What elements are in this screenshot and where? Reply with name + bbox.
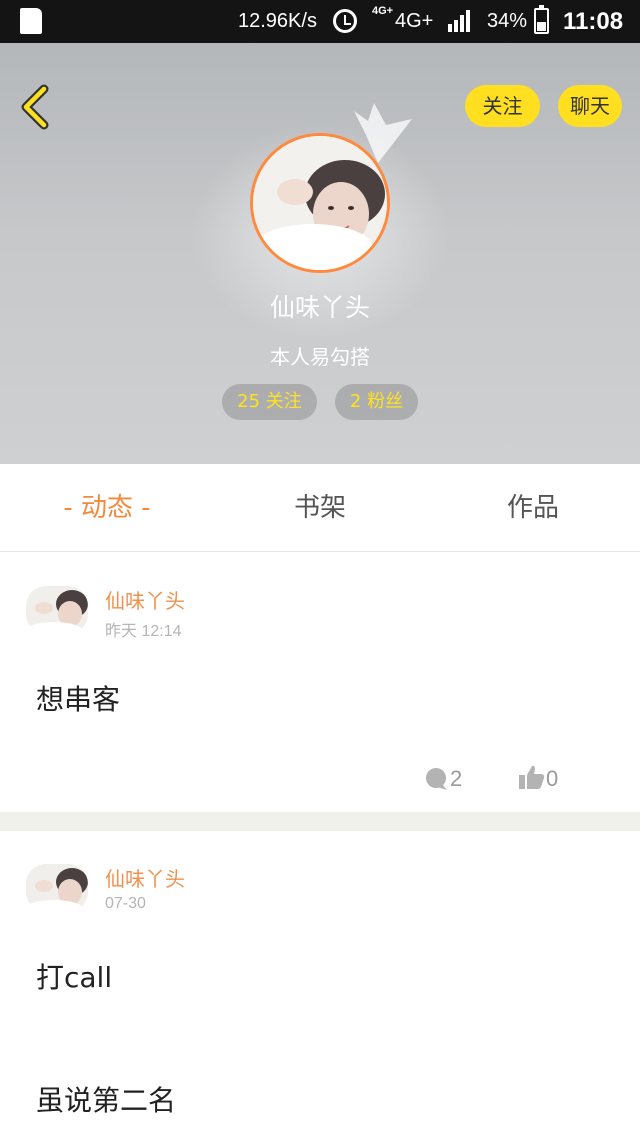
tab-works[interactable]: 作品 xyxy=(465,464,601,552)
alarm-icon xyxy=(333,9,357,33)
signal-icon xyxy=(448,10,472,32)
back-button[interactable] xyxy=(14,83,58,131)
battery-icon xyxy=(534,5,549,34)
post-author-name[interactable]: 仙味丫头 xyxy=(105,585,185,614)
thumbs-up-icon xyxy=(519,765,545,789)
comment-icon xyxy=(426,768,447,790)
following-count[interactable]: 25 关注 xyxy=(222,384,317,420)
profile-tabs: - 动态 - 书架 作品 xyxy=(0,464,640,552)
post-author-avatar[interactable] xyxy=(26,864,88,912)
comment-count: 2 xyxy=(450,766,463,791)
battery-percent: 34% xyxy=(487,10,528,32)
avatar-image xyxy=(26,864,88,912)
fans-count[interactable]: 2 粉丝 xyxy=(335,384,418,420)
tab-dynamic[interactable]: - 动态 - xyxy=(40,464,174,552)
post-author-avatar[interactable] xyxy=(26,586,88,634)
post-separator xyxy=(0,812,640,831)
tab-bookshelf[interactable]: 书架 xyxy=(250,464,390,552)
chat-button[interactable]: 聊天 xyxy=(558,85,622,127)
like-count: 0 xyxy=(546,766,559,791)
profile-avatar[interactable] xyxy=(250,133,390,273)
post-text: 打call xyxy=(36,961,113,994)
avatar-image xyxy=(253,136,387,270)
profile-bio: 本人易勾搭 xyxy=(270,345,370,369)
post-time: 昨天 12:14 xyxy=(105,623,182,640)
sd-card-icon xyxy=(20,8,42,34)
clock: 11:08 xyxy=(563,8,624,35)
profile-nickname: 仙味丫头 xyxy=(269,293,370,322)
network-speed: 12.96K/s xyxy=(238,10,317,32)
post-text-line-2: 虽说第二名 xyxy=(36,1084,177,1117)
avatar-image xyxy=(26,586,88,634)
profile-header: 关注 聊天 仙味丫头 本人易勾搭 25 关注 2 粉丝 xyxy=(0,43,640,464)
post-card[interactable]: 仙味丫头 昨天 12:14 想串客 2 0 xyxy=(0,553,640,812)
network-type-small: 4G+ xyxy=(372,5,394,17)
post-text: 想串客 xyxy=(36,683,121,716)
post-time: 07-30 xyxy=(105,895,146,912)
network-type: 4G+ xyxy=(395,10,434,32)
chevron-left-icon xyxy=(21,84,49,130)
status-bar: 12.96K/s 4G+ 4G+ 34% 11:08 xyxy=(0,0,640,43)
follow-button[interactable]: 关注 xyxy=(465,85,540,127)
post-card[interactable]: 仙味丫头 07-30 打call 虽说第二名 xyxy=(0,831,640,1138)
post-author-name[interactable]: 仙味丫头 xyxy=(105,863,185,892)
